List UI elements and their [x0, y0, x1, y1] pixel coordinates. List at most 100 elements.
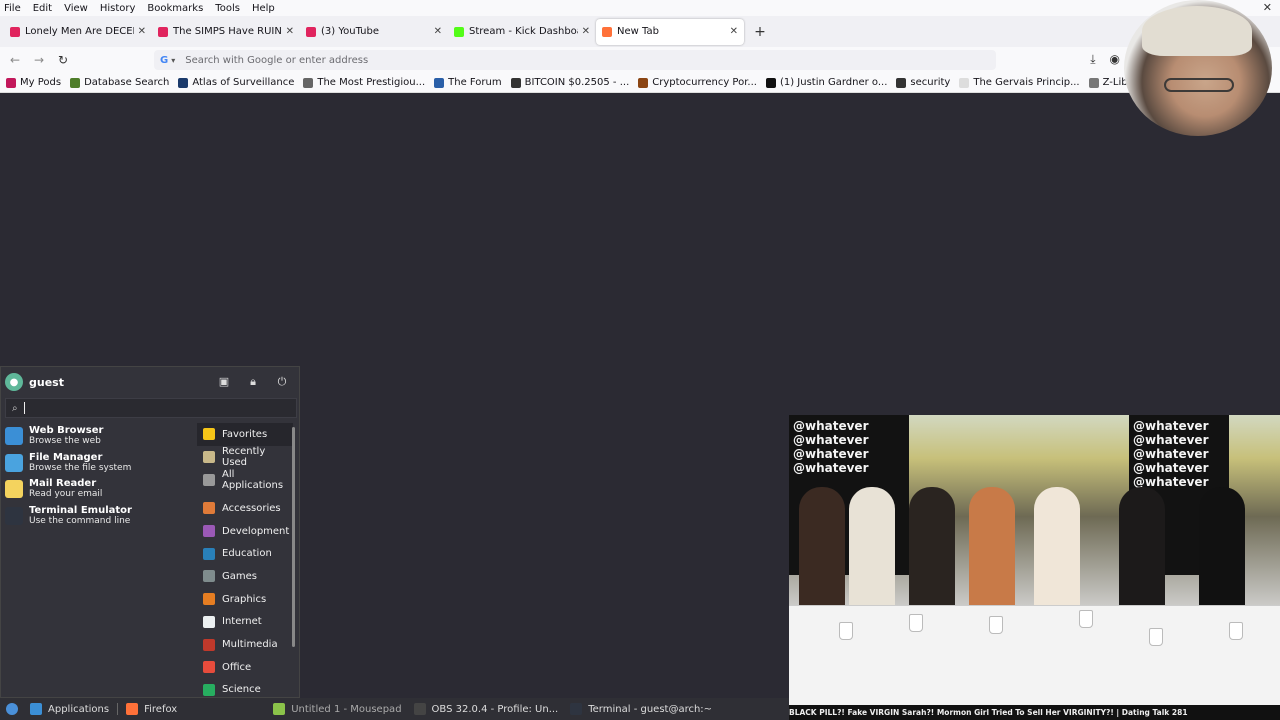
forward-icon[interactable]: → [27, 53, 51, 67]
bookmark-item[interactable]: My Pods [6, 77, 61, 88]
bookmark-item[interactable]: The Most Prestigiou... [303, 77, 425, 88]
category-item[interactable]: Recently Used [197, 446, 293, 469]
person [1034, 487, 1080, 617]
tab[interactable]: The SIMPS Have RUINED ✕ [152, 19, 300, 45]
cup [1229, 622, 1243, 640]
bookmark-icon [510, 77, 521, 88]
tab-close-icon[interactable]: ✕ [582, 26, 590, 37]
bookmark-item[interactable]: Atlas of Surveillance [178, 77, 294, 88]
settings-icon[interactable]: ▣ [217, 375, 231, 389]
favorite-app-item[interactable]: Web Browser Browse the web [5, 425, 191, 452]
tab[interactable]: Stream - Kick Dashboard ✕ [448, 19, 596, 45]
taskbar-button[interactable]: OBS 32.0.4 - Profile: Un... [408, 698, 565, 720]
bookmark-label: The Most Prestigiou... [317, 77, 426, 88]
tab[interactable]: (3) YouTube ✕ [300, 19, 448, 45]
cup [909, 614, 923, 632]
cup [1079, 610, 1093, 628]
favorite-app-item[interactable]: Mail Reader Read your email [5, 478, 191, 505]
bookmark-label: Atlas of Surveillance [192, 77, 295, 88]
category-icon [203, 615, 215, 628]
category-item[interactable]: Education [197, 542, 293, 565]
tab-bar: Lonely Men Are DECENT ✕ The SIMPS Have RU… [0, 16, 1280, 47]
tab-title: Stream - Kick Dashboard [469, 26, 578, 37]
category-item[interactable]: Graphics [197, 588, 293, 611]
menu-file[interactable]: File [0, 3, 27, 14]
person [799, 487, 845, 617]
taskbar: Applications Firefox Untitled 1 - Mousepad… [0, 698, 789, 720]
logout-icon[interactable]: ⏻ [275, 375, 289, 389]
webcam-overlay [1124, 0, 1272, 136]
bookmark-item[interactable]: security [896, 77, 950, 88]
taskbar-button[interactable]: Untitled 1 - Mousepad [267, 698, 407, 720]
taskbar-button[interactable]: Terminal - guest@arch:~ [564, 698, 718, 720]
new-tab-icon[interactable]: + [748, 24, 772, 40]
bookmark-item[interactable]: Cryptocurrency Por... [638, 77, 757, 88]
app-icon [5, 427, 23, 445]
download-icon[interactable]: ⤓ [1090, 52, 1095, 67]
text-cursor [23, 402, 25, 414]
app-description: Browse the file system [29, 462, 132, 473]
category-scrollbar[interactable] [292, 427, 295, 647]
bookmark-label: The Gervais Princip... [973, 77, 1080, 88]
app-name: Mail Reader [29, 478, 97, 490]
category-item[interactable]: Favorites [197, 423, 293, 446]
chevron-down-icon[interactable]: ▾ [171, 56, 175, 65]
favorite-app-item[interactable]: Terminal Emulator Use the command line [5, 505, 191, 532]
bookmark-label: (1) Justin Gardner o... [779, 77, 888, 88]
bookmark-item[interactable]: The Gervais Princip... [959, 77, 1080, 88]
category-item[interactable]: Office [197, 656, 293, 679]
tab-active[interactable]: New Tab ✕ [596, 18, 744, 45]
category-icon [203, 428, 215, 441]
app-icon [5, 480, 23, 499]
back-icon[interactable]: ← [3, 53, 27, 67]
xfce-start-icon[interactable] [0, 698, 24, 720]
tab-title: The SIMPS Have RUINED [173, 26, 282, 37]
taskbar-label: Untitled 1 - Mousepad [291, 703, 402, 715]
lock-icon[interactable]: 🔒︎ [246, 375, 260, 389]
menu-bookmarks[interactable]: Bookmarks [141, 3, 209, 14]
category-item[interactable]: Multimedia [197, 633, 293, 656]
tab-title: (3) YouTube [321, 26, 380, 37]
category-label: Education [222, 548, 272, 560]
category-label: Graphics [222, 593, 267, 605]
category-label: Favorites [222, 428, 268, 440]
tab-close-icon[interactable]: ✕ [138, 26, 146, 37]
bookmark-item[interactable]: BITCOIN $0.2505 - ... [510, 77, 629, 88]
glasses [1164, 78, 1234, 92]
taskbar-button[interactable]: Firefox [120, 698, 183, 720]
video-overlay: @whatever @whatever @whatever @whatever @wh… [789, 415, 1280, 705]
menu-view[interactable]: View [58, 3, 94, 14]
taskbar-label: Terminal - guest@arch:~ [588, 703, 713, 715]
category-label: Accessories [222, 502, 281, 514]
category-item[interactable]: All Applications [197, 468, 293, 491]
menu-edit[interactable]: Edit [27, 3, 58, 14]
window-close-icon[interactable]: ✕ [1263, 1, 1272, 14]
menu-tools[interactable]: Tools [209, 3, 246, 14]
search-input[interactable]: ⌕ [5, 398, 297, 418]
bookmark-icon [434, 77, 445, 88]
search-icon: ⌕ [12, 402, 18, 414]
tab-close-icon[interactable]: ✕ [730, 26, 738, 37]
reload-icon[interactable]: ↻ [51, 53, 75, 67]
category-icon [203, 502, 215, 515]
menu-help[interactable]: Help [246, 3, 281, 14]
bookmark-item[interactable]: (1) Justin Gardner o... [765, 77, 888, 88]
bookmark-item[interactable]: The Forum [434, 77, 502, 88]
tab-close-icon[interactable]: ✕ [434, 26, 442, 37]
category-item[interactable]: Internet [197, 611, 293, 634]
category-item[interactable]: Development [197, 520, 293, 543]
category-label: Recently Used [222, 446, 266, 469]
url-bar[interactable]: G ▾ Search with Google or enter address [154, 50, 996, 70]
tab-close-icon[interactable]: ✕ [286, 26, 294, 37]
favorite-app-item[interactable]: File Manager Browse the file system [5, 452, 191, 479]
category-item[interactable]: Games [197, 565, 293, 588]
bookmark-item[interactable]: Database Search [70, 77, 169, 88]
menu-history[interactable]: History [94, 3, 142, 14]
account-icon[interactable]: ◉ [1110, 52, 1120, 67]
category-label: Development [222, 525, 290, 537]
taskbar-button[interactable]: Applications [24, 698, 115, 720]
tab[interactable]: Lonely Men Are DECENT ✕ [4, 19, 152, 45]
wall-text: @whatever [793, 419, 869, 433]
category-item[interactable]: Accessories [197, 497, 293, 520]
taskbar-label: Applications [48, 703, 110, 715]
